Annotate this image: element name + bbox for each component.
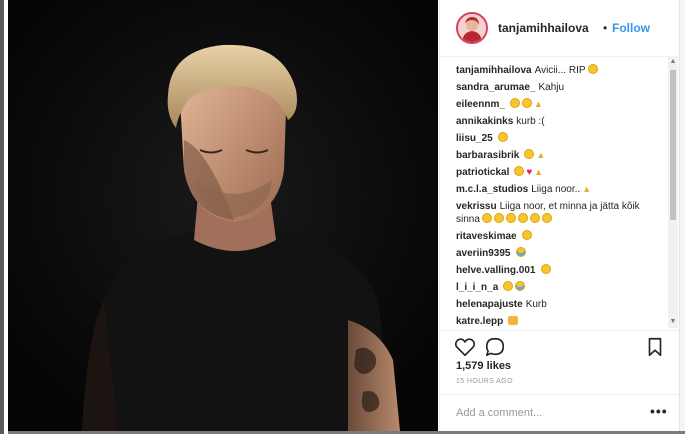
comment-text: Kahju <box>538 82 565 93</box>
cat-emoji-icon <box>508 316 519 325</box>
comment-username[interactable]: sandra_arumae_ <box>456 82 536 93</box>
comment-item: ritaveskimae <box>456 230 666 243</box>
comment-username[interactable]: m.c.l.a_studios <box>456 184 528 195</box>
scroll-down-arrow-icon[interactable]: ▼ <box>668 316 678 328</box>
post-author-username[interactable]: tanjamihhailova <box>498 21 589 35</box>
comment-text: Liiga noor.. <box>531 184 581 195</box>
more-options-icon[interactable]: ••• <box>650 403 668 419</box>
add-comment-input[interactable] <box>456 405 636 421</box>
window-right-edge <box>679 0 685 434</box>
separator-dot: • <box>603 21 608 35</box>
comment-item: patriotickal ♥ ▲ <box>456 166 666 179</box>
sad-face-emoji-icon <box>521 98 532 108</box>
comment-item: averiin9395 <box>456 247 666 260</box>
likes-count[interactable]: 1,579 likes <box>456 360 511 372</box>
sad-face-emoji-icon <box>505 213 516 223</box>
sad-face-emoji-icon <box>521 230 532 240</box>
bookmark-icon[interactable] <box>644 336 666 358</box>
comment-item: eileennm_ ▲ <box>456 98 666 111</box>
comment-username[interactable]: barbarasibrik <box>456 150 519 161</box>
comment-username[interactable]: l_i_i_n_a <box>456 282 498 293</box>
sad-face-emoji-icon <box>509 98 520 108</box>
sad-face-emoji-icon <box>503 281 514 291</box>
instagram-post-window: tanjamihhailova • Follow tanjamihhailova… <box>0 0 685 434</box>
comment-username[interactable]: helenapajuste <box>456 299 523 310</box>
praying-hands-emoji-icon: ▲ <box>533 99 543 109</box>
sad-face-emoji-icon <box>524 149 535 159</box>
comment-item: helenapajuste Kurb <box>456 298 666 311</box>
comments-list: tanjamihhailova Avicii... RIP sandra_aruma… <box>456 64 666 326</box>
sad-face-emoji-icon <box>517 213 528 223</box>
comment-username[interactable]: averiin9395 <box>456 248 511 259</box>
comment-username[interactable]: helve.valling.001 <box>456 265 536 276</box>
scroll-up-arrow-icon[interactable]: ▲ <box>668 56 678 68</box>
comment-username[interactable]: tanjamihhailova <box>456 65 532 76</box>
comment-username[interactable]: ritaveskimae <box>456 231 517 242</box>
comment-item: sandra_arumae_ Kahju <box>456 81 666 94</box>
speech-bubble-icon[interactable] <box>484 336 506 358</box>
post-header: tanjamihhailova • Follow <box>440 0 680 57</box>
crying-face-emoji-icon <box>515 281 526 291</box>
sad-face-emoji-icon <box>497 132 508 142</box>
avatar-image <box>458 14 486 42</box>
sad-face-emoji-icon <box>493 213 504 223</box>
sad-face-emoji-icon <box>541 213 552 223</box>
praying-hands-emoji-icon: ▲ <box>534 167 544 177</box>
comment-text: Avicii... RIP <box>534 65 586 76</box>
sad-face-emoji-icon <box>481 213 492 223</box>
comment-item: l_i_i_n_a <box>456 281 666 294</box>
post-timestamp: 15 HOURS AGO <box>456 378 513 385</box>
heart-outline-icon[interactable] <box>454 336 476 358</box>
portrait-image <box>8 0 438 431</box>
comment-text: Kurb <box>525 299 547 310</box>
comment-username[interactable]: liisu_25 <box>456 133 493 144</box>
comment-text: kurb :( <box>516 116 545 127</box>
comment-username[interactable]: annikakinks <box>456 116 513 127</box>
praying-hands-emoji-icon: ▲ <box>536 150 546 160</box>
scroll-thumb[interactable] <box>670 70 676 220</box>
comment-item: helve.valling.001 <box>456 264 666 277</box>
comment-username[interactable]: patriotickal <box>456 167 509 178</box>
comment-item: barbarasibrik ▲ <box>456 149 666 162</box>
comment-item: vekrissu Liiga noor, et minna ja jätta kõ… <box>456 200 666 226</box>
heart-emoji-icon: ♥ <box>526 167 533 178</box>
comment-item: annikakinks kurb :( <box>456 115 666 128</box>
crying-face-emoji-icon <box>515 247 526 257</box>
comment-item: m.c.l.a_studios Liiga noor.. ▲ <box>456 183 666 196</box>
comments-scrollbar[interactable]: ▲ ▼ <box>668 56 678 328</box>
comment-item: tanjamihhailova Avicii... RIP <box>456 64 666 77</box>
sad-face-emoji-icon <box>587 64 598 74</box>
praying-hands-emoji-icon: ▲ <box>582 184 592 194</box>
post-photo <box>8 0 438 431</box>
sad-face-emoji-icon <box>514 166 525 176</box>
post-side-panel: tanjamihhailova • Follow tanjamihhailova… <box>439 0 680 431</box>
comment-username[interactable]: katre.lepp <box>456 316 503 326</box>
follow-button[interactable]: Follow <box>612 21 650 35</box>
comment-item: liisu_25 <box>456 132 666 145</box>
post-actions-bar <box>440 330 680 361</box>
avatar[interactable] <box>456 12 488 44</box>
comment-username[interactable]: eileennm_ <box>456 99 505 110</box>
comment-item: katre.lepp <box>456 315 666 326</box>
comment-username[interactable]: vekrissu <box>456 201 497 212</box>
add-comment-bar: ••• <box>440 394 680 432</box>
sad-face-emoji-icon <box>540 264 551 274</box>
sad-face-emoji-icon <box>529 213 540 223</box>
